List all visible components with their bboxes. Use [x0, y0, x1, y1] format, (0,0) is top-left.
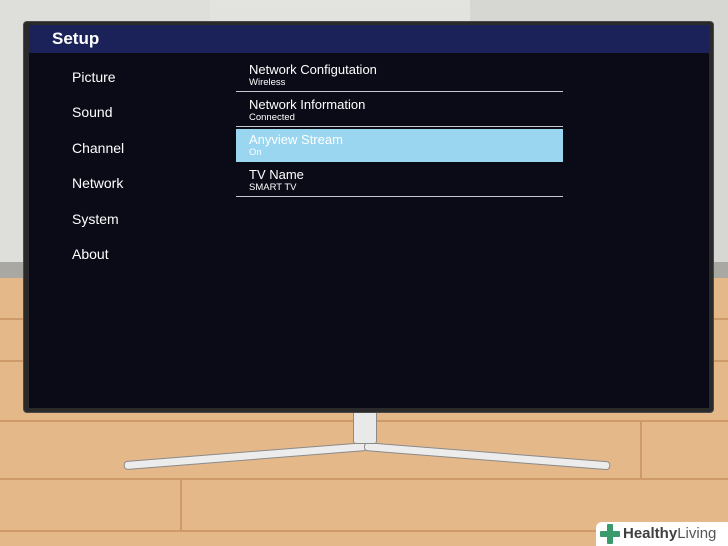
- option-network-configuration[interactable]: Network Configutation Wireless: [236, 59, 563, 92]
- option-title: Network Information: [249, 97, 366, 112]
- page-title: Setup: [52, 29, 100, 48]
- option-anyview-stream[interactable]: Anyview Stream On: [236, 129, 563, 162]
- option-value: Wireless: [249, 77, 286, 88]
- option-title: TV Name: [249, 167, 304, 182]
- option-title: Anyview Stream: [249, 132, 343, 147]
- setup-header-bar: Setup: [29, 25, 709, 53]
- option-value: Connected: [249, 112, 295, 123]
- menu-item-channel[interactable]: Channel: [72, 138, 222, 173]
- watermark-text: HealthyLiving: [623, 524, 716, 544]
- floor-plank-joint: [180, 478, 182, 530]
- option-value: SMART TV: [249, 182, 297, 193]
- menu-item-system[interactable]: System: [72, 209, 222, 244]
- healthy-living-watermark: HealthyLiving: [596, 522, 728, 546]
- option-tv-name[interactable]: TV Name SMART TV: [236, 164, 563, 197]
- menu-item-network[interactable]: Network: [72, 173, 222, 208]
- menu-item-sound[interactable]: Sound: [72, 102, 222, 137]
- menu-item-about[interactable]: About: [72, 244, 222, 279]
- watermark-brand-bold: Healthy: [623, 525, 678, 542]
- plus-cross-icon: [600, 524, 620, 544]
- menu-item-picture[interactable]: Picture: [72, 67, 222, 102]
- tv-stand-neck: [353, 408, 377, 444]
- option-title: Network Configutation: [249, 62, 377, 77]
- tv-screen: Setup Picture Sound Channel Network Syst…: [29, 25, 709, 408]
- watermark-brand-light: Living: [677, 525, 717, 542]
- settings-category-menu: Picture Sound Channel Network System Abo…: [72, 67, 222, 279]
- floor-plank-joint: [640, 420, 642, 478]
- network-options-list: Network Configutation Wireless Network I…: [236, 59, 563, 199]
- floor-plank-line: [0, 478, 728, 480]
- option-value: On: [249, 147, 262, 158]
- option-network-information[interactable]: Network Information Connected: [236, 94, 563, 127]
